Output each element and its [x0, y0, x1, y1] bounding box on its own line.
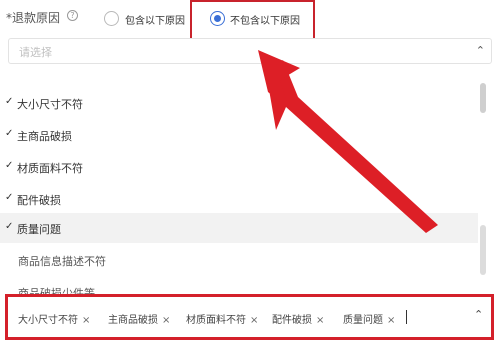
annotation-arrow [258, 50, 438, 233]
arrow-shape [266, 60, 438, 233]
